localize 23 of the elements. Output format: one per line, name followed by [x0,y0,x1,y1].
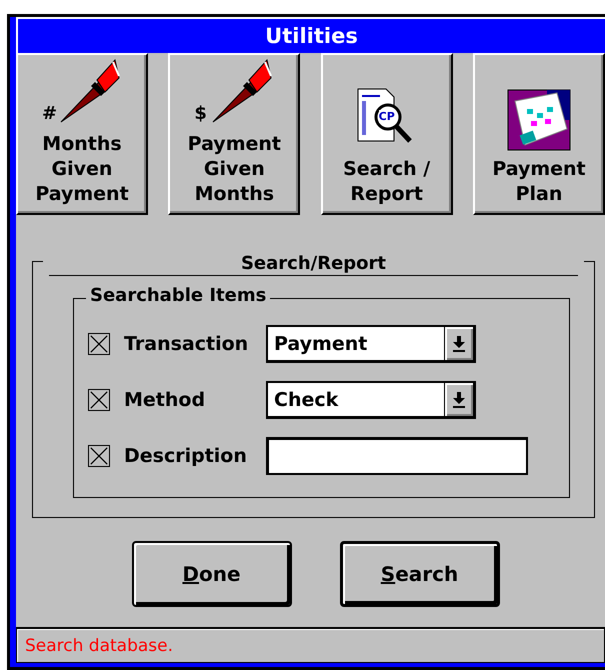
checkbox[interactable] [88,389,110,411]
symbol-icon: $ [194,103,207,124]
icon-label: CP [378,110,395,123]
toolbar-button[interactable]: Payment Plan [472,53,605,215]
field-label: Description [124,445,248,467]
down-arrow-icon [453,336,465,352]
toolbar-button[interactable]: $ Payment Given Months [168,53,300,215]
calendar-plan-icon [506,89,571,151]
field-label: Transaction [124,333,250,355]
toolbar-button[interactable]: # Months Given Payment [16,53,148,215]
input-field[interactable] [266,437,528,475]
panel-title: Search/Report [49,253,578,276]
down-arrow-icon [453,392,465,408]
dropdown[interactable]: Payment [266,325,476,363]
action-button[interactable]: Search [340,541,500,607]
field-label: Method [124,389,206,411]
status-bar: Search database. [16,627,605,663]
checkbox[interactable] [88,445,110,467]
toolbar-button[interactable]: CP Search / Report [320,53,453,215]
checkbox[interactable] [88,333,110,355]
dropdown[interactable]: Check [266,381,476,419]
action-button[interactable]: Done [132,541,292,607]
symbol-icon: # [42,103,58,124]
